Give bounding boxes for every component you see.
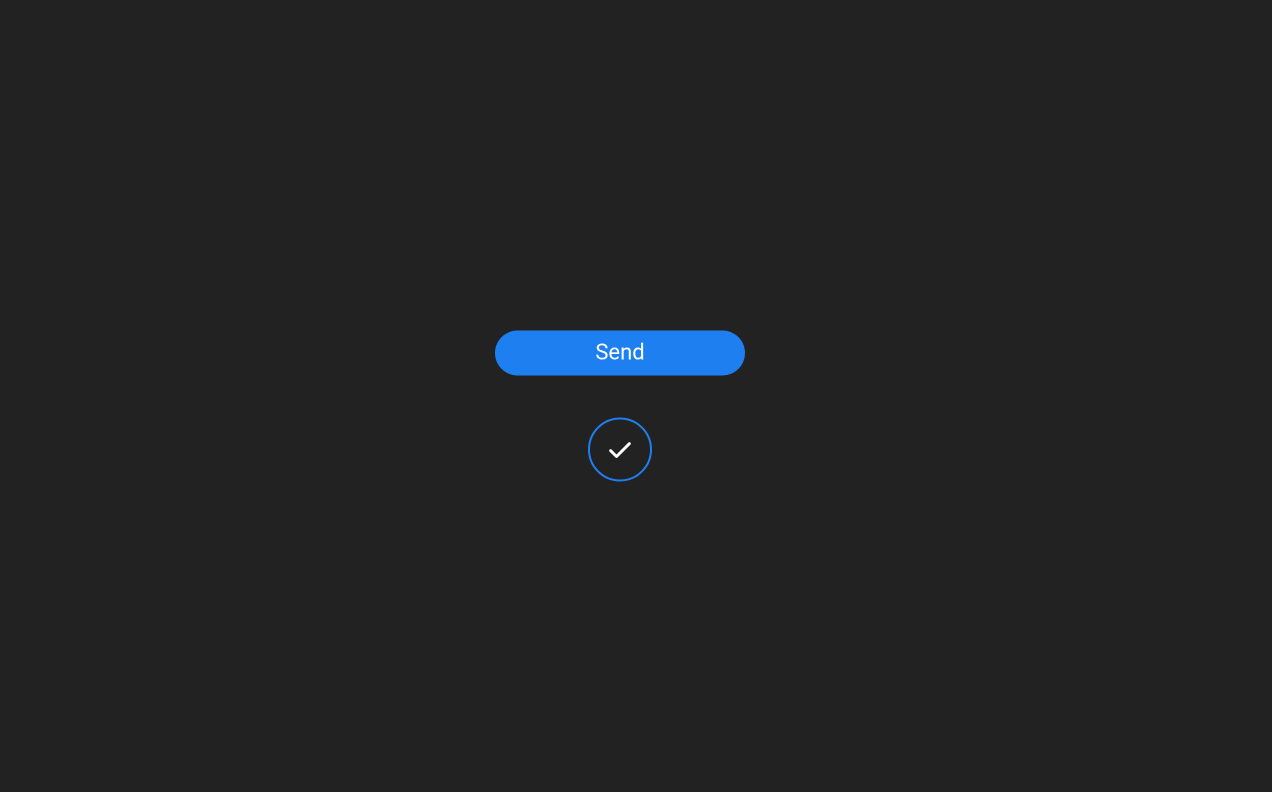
send-button-label: Send <box>595 341 644 366</box>
checkmark-icon <box>606 436 634 464</box>
success-indicator <box>588 418 652 482</box>
send-button[interactable]: Send <box>495 331 745 376</box>
main-container: Send <box>495 331 745 482</box>
